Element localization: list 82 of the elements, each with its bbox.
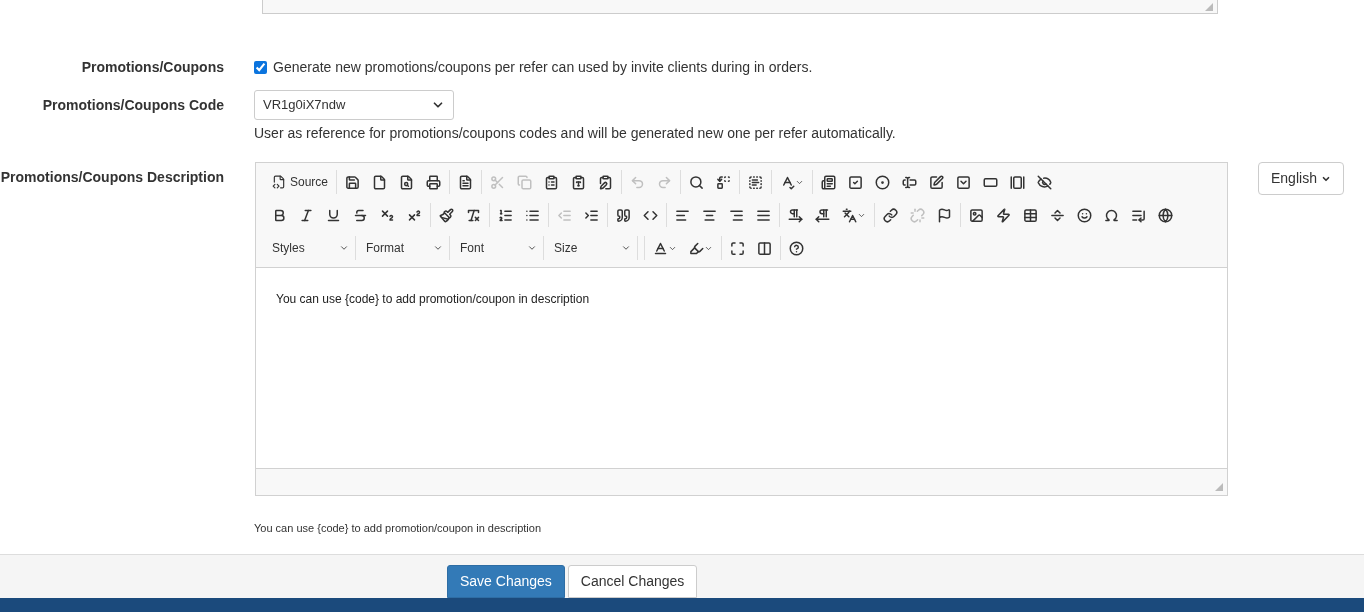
horizontal-line-icon (1050, 207, 1065, 223)
spellcheck-icon (780, 174, 796, 190)
field-label: Promotions/Coupons (80, 58, 224, 76)
table-icon (1023, 207, 1038, 223)
save-icon (345, 174, 361, 190)
remove-format-icon (466, 207, 481, 223)
align-left-icon (675, 207, 690, 223)
replace-icon (716, 174, 732, 190)
scissors-icon (490, 174, 506, 190)
pilcrow-right-icon (788, 207, 803, 223)
language-button[interactable]: English (1258, 162, 1344, 195)
omega-icon (1104, 207, 1119, 223)
help-text: User as reference for promotions/coupons codes and will be generated new one per refer automatically. (254, 124, 896, 142)
subscript-icon (380, 207, 395, 223)
page-magnifier-icon (399, 174, 415, 190)
toolbar-dropdown[interactable]: Format (360, 236, 450, 260)
cancel-button[interactable]: Cancel Changes (567, 565, 698, 598)
globe-icon (1158, 207, 1173, 223)
code-file-icon (272, 175, 286, 189)
bulleted-list-icon (525, 207, 540, 223)
help-text: You can use {code} to add promotion/coupon in description (254, 521, 543, 536)
text-field-icon (902, 174, 918, 190)
text-color-icon (653, 240, 668, 256)
clipboard-icon (544, 174, 560, 190)
hidden-field-icon (1037, 174, 1053, 190)
align-center-icon (702, 207, 717, 223)
toolbar-dropdown[interactable]: Size (548, 236, 638, 260)
numbered-list-icon (498, 207, 513, 223)
resize-grip-icon (1215, 483, 1223, 491)
printer-icon (426, 174, 442, 190)
align-right-icon (729, 207, 744, 223)
search-icon (689, 174, 705, 190)
resize-grip-icon (1205, 3, 1213, 11)
caret-icon (621, 243, 631, 253)
save-button[interactable]: Save Changes (447, 565, 565, 598)
strikethrough-icon (353, 207, 368, 223)
smiley-icon (1077, 207, 1092, 223)
checkbox-icon (848, 174, 864, 190)
checkbox[interactable] (254, 60, 267, 74)
editor-paragraph: You can use {code} to add promotion/coupon in description (276, 292, 590, 306)
help-icon (789, 240, 804, 256)
unlink-icon (910, 207, 925, 223)
caret-icon (433, 243, 443, 253)
field-label: Promotions/Coupons Description (0, 168, 224, 186)
indent-icon (584, 207, 599, 223)
flag-icon (937, 207, 952, 223)
outdent-icon (557, 207, 572, 223)
checkbox-label: Generate new promotions/coupons per refer can used by invite clients during in orders. (273, 58, 813, 76)
underline-icon (326, 207, 341, 223)
italic-icon (299, 207, 314, 223)
link-icon (883, 207, 898, 223)
lightning-icon (996, 207, 1011, 223)
maximize-icon (730, 240, 745, 256)
dropdown-icon (956, 174, 972, 190)
form-icon (821, 174, 837, 190)
caret-icon (527, 243, 537, 253)
radio-icon (875, 174, 891, 190)
redo-icon (657, 174, 673, 190)
undo-icon (630, 174, 646, 190)
document-icon (458, 174, 474, 190)
quote-icon (616, 207, 631, 223)
toolbar-dropdown[interactable]: Font (454, 236, 544, 260)
field-label: Promotions/Coupons Code (41, 96, 224, 114)
toolbar-dropdown[interactable]: Styles (266, 236, 356, 260)
caret-icon (339, 243, 349, 253)
language-icon (842, 207, 857, 223)
select-all-icon (748, 174, 764, 190)
clipboard-text-icon (571, 174, 587, 190)
justify-icon (756, 207, 771, 223)
highlight-icon (689, 240, 704, 256)
bold-icon (272, 207, 287, 223)
blank-page-icon (372, 174, 388, 190)
paintbrush-icon (439, 207, 454, 223)
show-blocks-icon (757, 240, 772, 256)
image-icon (969, 207, 984, 223)
superscript-icon (407, 207, 422, 223)
copy-icon (517, 174, 533, 190)
source-button[interactable]: Source (266, 170, 335, 194)
clipboard-word-icon (598, 174, 614, 190)
text-area-icon (929, 174, 945, 190)
pilcrow-left-icon (815, 207, 830, 223)
select-field[interactable]: VR1g0iX7ndw (254, 90, 454, 120)
